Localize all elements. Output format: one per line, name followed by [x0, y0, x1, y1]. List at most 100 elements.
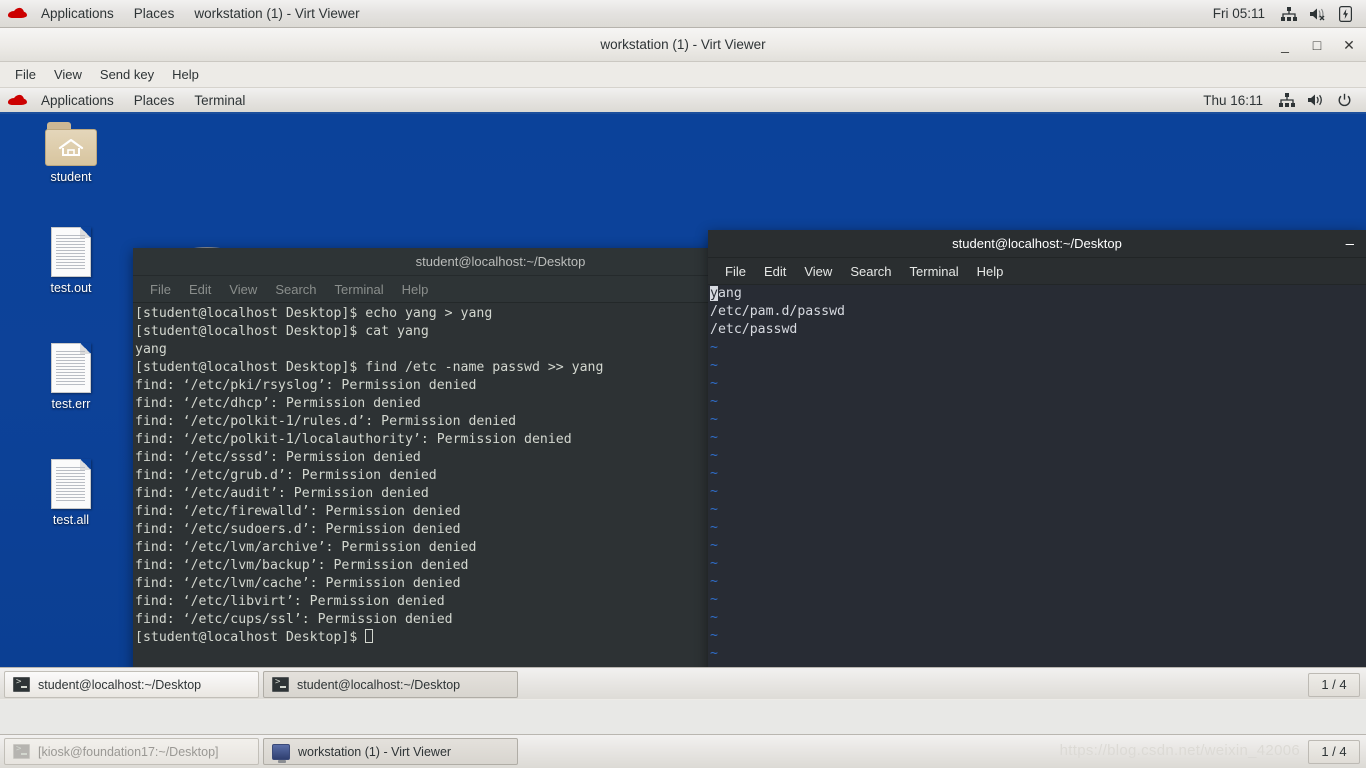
taskbar-item-virt-viewer[interactable]: workstation (1) - Virt Viewer: [263, 738, 518, 765]
desktop-icon-test-out[interactable]: test.out: [26, 227, 116, 295]
screen: Applications Places workstation (1) - Vi…: [0, 0, 1366, 768]
menu-search[interactable]: Search: [266, 280, 325, 299]
menu-help[interactable]: Help: [393, 280, 438, 299]
terminal-icon: [272, 677, 289, 692]
vim-empty-line-marker: ~: [710, 556, 718, 571]
menu-file[interactable]: File: [716, 262, 755, 281]
desktop-icon-label: student: [50, 170, 92, 184]
vim-empty-line-marker: ~: [710, 484, 718, 499]
virt-viewer-icon: [272, 743, 290, 763]
guest-terminal-menu[interactable]: Terminal: [184, 88, 255, 112]
guest-panel-left: Applications Places Terminal: [0, 88, 255, 112]
menu-help[interactable]: Help: [968, 262, 1013, 281]
vim-empty-line-marker: ~: [710, 610, 718, 625]
vim-cursor: y: [710, 286, 718, 301]
vim-empty-line-marker: ~: [710, 466, 718, 481]
guest-clock[interactable]: Thu 16:11: [1193, 93, 1273, 108]
power-icon[interactable]: [1331, 93, 1358, 108]
vim-empty-line-marker: ~: [710, 448, 718, 463]
menu-send-key[interactable]: Send key: [91, 65, 163, 84]
host-taskbar: [kiosk@foundation17:~/Desktop] workstati…: [0, 734, 1366, 768]
desktop-icon-label: test.err: [51, 397, 91, 411]
menu-terminal[interactable]: Terminal: [326, 280, 393, 299]
taskbar-item-label: [kiosk@foundation17:~/Desktop]: [38, 744, 219, 759]
virt-viewer-window: workstation (1) - Virt Viewer _ □ ✕ File…: [0, 28, 1366, 700]
menu-terminal[interactable]: Terminal: [901, 262, 968, 281]
vim-empty-line-marker: ~: [710, 628, 718, 643]
taskbar-item-kiosk-terminal[interactable]: [kiosk@foundation17:~/Desktop]: [4, 738, 259, 765]
taskbar-item-terminal-2[interactable]: student@localhost:~/Desktop: [263, 671, 518, 698]
desktop-icon-label: test.out: [50, 281, 92, 295]
vim-empty-line-marker: ~: [710, 502, 718, 517]
background-terminal-title: student@localhost:~/Desktop: [415, 254, 586, 269]
minimize-button[interactable]: _: [1276, 36, 1294, 54]
vim-editor-buffer[interactable]: yang/etc/pam.d/passwd/etc/passwd ~ ~ ~ ~ ~ ~ ~ ~…: [708, 285, 1366, 699]
active-terminal-title: student@localhost:~/Desktop: [952, 236, 1122, 251]
taskbar-item-terminal-1[interactable]: student@localhost:~/Desktop: [4, 671, 259, 698]
maximize-button[interactable]: □: [1308, 36, 1326, 54]
guest-workspace-switcher[interactable]: 1 / 4: [1308, 672, 1360, 697]
menu-file[interactable]: File: [6, 65, 45, 84]
vim-empty-line-marker: ~: [710, 592, 718, 607]
menu-view[interactable]: View: [220, 280, 266, 299]
vim-line: yang: [710, 286, 742, 301]
host-window-menu[interactable]: workstation (1) - Virt Viewer: [184, 0, 369, 27]
terminal-icon: [13, 677, 30, 692]
vim-line: /etc/passwd: [710, 322, 798, 337]
terminal-icon: [13, 744, 30, 759]
menu-file[interactable]: File: [141, 280, 180, 299]
network-icon[interactable]: [1275, 6, 1303, 21]
desktop-icon-test-err[interactable]: test.err: [26, 343, 116, 411]
virt-viewer-titlebar[interactable]: workstation (1) - Virt Viewer _ □ ✕: [0, 28, 1366, 62]
active-terminal-window[interactable]: student@localhost:~/Desktop – File Edit …: [708, 230, 1366, 699]
host-workspace-switcher[interactable]: 1 / 4: [1308, 739, 1360, 764]
desktop-icon-student[interactable]: student: [26, 122, 116, 184]
menu-edit[interactable]: Edit: [755, 262, 795, 281]
terminal-cursor: [365, 629, 374, 643]
vim-empty-line-marker: ~: [710, 574, 718, 589]
document-icon: [51, 459, 91, 509]
menu-view[interactable]: View: [45, 65, 91, 84]
battery-icon[interactable]: [1333, 5, 1358, 22]
host-places-menu[interactable]: Places: [124, 0, 185, 27]
redhat-logo-icon: [0, 0, 31, 27]
vim-empty-line-marker: ~: [710, 340, 718, 355]
vim-empty-line-marker: ~: [710, 376, 718, 391]
vim-empty-line-marker: ~: [710, 520, 718, 535]
guest-panel-right: Thu 16:11: [1193, 88, 1366, 112]
guest-screen: Applications Places Terminal Thu 16:11 s…: [0, 88, 1366, 699]
volume-muted-icon[interactable]: [1303, 7, 1333, 21]
host-top-panel: Applications Places workstation (1) - Vi…: [0, 0, 1366, 28]
host-applications-menu[interactable]: Applications: [31, 0, 124, 27]
taskbar-item-label: student@localhost:~/Desktop: [297, 677, 461, 692]
host-panel-left: Applications Places workstation (1) - Vi…: [0, 0, 370, 27]
vim-empty-line-marker: ~: [710, 430, 718, 445]
menu-view[interactable]: View: [795, 262, 841, 281]
desktop-icon-label: test.all: [52, 513, 90, 527]
volume-icon[interactable]: [1301, 93, 1331, 107]
active-terminal-titlebar[interactable]: student@localhost:~/Desktop –: [708, 230, 1366, 258]
redhat-logo-icon: [0, 88, 31, 112]
vim-line: /etc/pam.d/passwd: [710, 304, 845, 319]
host-panel-right: Fri 05:11: [1203, 0, 1366, 27]
menu-edit[interactable]: Edit: [180, 280, 220, 299]
menu-search[interactable]: Search: [841, 262, 900, 281]
close-button[interactable]: ✕: [1340, 36, 1358, 54]
virt-viewer-window-controls: _ □ ✕: [1276, 28, 1358, 62]
network-icon[interactable]: [1273, 93, 1301, 107]
taskbar-item-label: workstation (1) - Virt Viewer: [298, 744, 452, 759]
desktop-icon-test-all[interactable]: test.all: [26, 459, 116, 527]
guest-places-menu[interactable]: Places: [124, 88, 185, 112]
menu-help[interactable]: Help: [163, 65, 208, 84]
active-terminal-menubar: File Edit View Search Terminal Help: [708, 258, 1366, 285]
vim-empty-line-marker: ~: [710, 538, 718, 553]
vim-empty-line-marker: ~: [710, 412, 718, 427]
guest-top-panel: Applications Places Terminal Thu 16:11: [0, 88, 1366, 114]
host-clock[interactable]: Fri 05:11: [1203, 6, 1275, 21]
guest-applications-menu[interactable]: Applications: [31, 88, 124, 112]
minimize-button[interactable]: –: [1346, 236, 1354, 251]
vim-empty-line-marker: ~: [710, 394, 718, 409]
document-icon: [51, 227, 91, 277]
home-folder-icon: [45, 122, 97, 166]
virt-viewer-menubar: File View Send key Help: [0, 62, 1366, 88]
